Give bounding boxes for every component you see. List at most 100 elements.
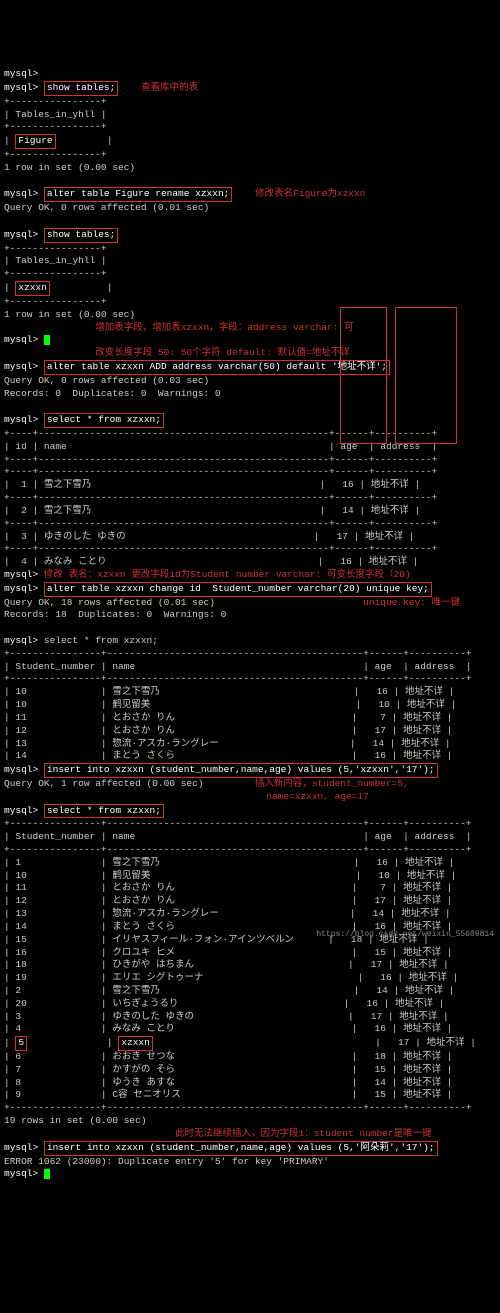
cell: 雪之下雪乃 — [112, 686, 160, 697]
col-addr: address — [415, 831, 455, 842]
cell: 4 — [15, 1023, 21, 1034]
cell: 15 — [375, 947, 386, 958]
cell: 2 — [15, 985, 21, 996]
cell: かすがの そら — [112, 1064, 175, 1075]
annot-insert: 插入新内容，student_number=5, — [255, 778, 409, 789]
cell: 13 — [15, 908, 26, 919]
cell: まとう さくら — [112, 921, 175, 932]
cell: 11 — [15, 882, 26, 893]
cell: 10 — [15, 870, 26, 881]
cmd-select-2[interactable]: select * from xzxxn; — [44, 635, 158, 646]
cell: 14 — [376, 985, 387, 996]
cell: 雪之下雪乃 — [44, 505, 92, 516]
row5-id: 5 — [15, 1036, 27, 1051]
prompt: mysql> — [4, 805, 38, 816]
cell: 地址不详 — [403, 947, 441, 958]
annot-addcol-b: 改变长度字段 50: 50个字符 default: 默认值=地址不详 — [95, 347, 350, 358]
cell: 1 — [21, 479, 27, 490]
col-name: name — [44, 441, 67, 452]
cell: 地址不详 — [409, 972, 447, 983]
cell: おおき せつな — [112, 1051, 175, 1062]
status: 19 rows in set (0.00 sec) — [4, 1115, 147, 1126]
cell: 19 — [15, 972, 26, 983]
cell: 鹤见留美 — [112, 699, 150, 710]
prompt: mysql> — [4, 1168, 38, 1179]
terminal-output: mysql> mysql> show tables; 查看库中的表 +-----… — [4, 55, 496, 1181]
cell: 地址不详 — [371, 479, 409, 490]
prompt: mysql> — [4, 414, 38, 425]
prompt: mysql> — [4, 764, 38, 775]
col-header: Tables_in_yhll — [15, 109, 95, 120]
cmd-show-tables[interactable]: show tables; — [44, 81, 118, 96]
cell: 17 — [375, 895, 386, 906]
cell: 地址不详 — [407, 699, 445, 710]
cell: 地址不详 — [395, 998, 433, 1009]
cell: 1 — [15, 857, 21, 868]
cell: 地址不详 — [405, 686, 443, 697]
cell: エリエ シグトゥーナ — [112, 972, 203, 983]
cell: 16 — [380, 972, 391, 983]
annot-unique: unique key: 唯一键 — [363, 597, 460, 608]
annot-show-tables: 查看库中的表 — [141, 82, 198, 93]
cell: いちぎょうるり — [112, 998, 178, 1009]
cell: 地址不详 — [369, 556, 407, 567]
cell: 11 — [15, 712, 26, 723]
cell: 地址不详 — [365, 531, 403, 542]
prompt: mysql> — [4, 334, 38, 345]
cell: 地址不详 — [403, 882, 441, 893]
cell: 13 — [15, 738, 26, 749]
cursor-icon — [44, 1169, 50, 1179]
cell: 14 — [375, 1077, 386, 1088]
cell: まとう さくら — [112, 750, 175, 761]
cell: 6 — [15, 1051, 21, 1062]
prompt: mysql> — [4, 82, 38, 93]
cell: ゆきのした ゆきの — [44, 531, 126, 542]
table-name-xzxxn: xzxxn — [15, 281, 50, 296]
cell: 14 — [15, 750, 26, 761]
status: Query OK, 0 rows affected (0.01 sec) — [4, 202, 209, 213]
cell: 14 — [373, 908, 384, 919]
cell: 4 — [21, 556, 27, 567]
cell: 地址不详 — [403, 1051, 441, 1062]
col-age: age — [340, 441, 357, 452]
prompt: mysql> — [4, 569, 38, 580]
cmd-change-id[interactable]: alter table xzxxn change id Student_numb… — [44, 582, 432, 597]
cell: 17 — [371, 959, 382, 970]
cell: 16 — [342, 479, 353, 490]
cmd-rename[interactable]: alter table Figure rename xzxxn; — [44, 187, 232, 202]
cell: 16 — [376, 857, 387, 868]
status: Query OK, 1 row affected (0.00 sec) — [4, 778, 204, 789]
prompt: mysql> — [4, 229, 38, 240]
status: Query OK, 18 rows affected (0.01 sec) — [4, 597, 215, 608]
cell: C容 セニオリス — [112, 1089, 180, 1100]
cell: 惣流·アスカ·ラングレー — [112, 738, 218, 749]
cell: 地址不详 — [403, 1023, 441, 1034]
cell: 地址不详 — [401, 738, 439, 749]
cell: 地址不详 — [407, 870, 445, 881]
col-header: Tables_in_yhll — [15, 255, 95, 266]
col-sn: Student_number — [15, 661, 95, 672]
annot-rename: 修改表名Figure为xzxxn — [255, 188, 365, 199]
cell: ゆきのした ゆきの — [112, 1011, 194, 1022]
cmd-insert-5b[interactable]: insert into xzxxn (student_number,name,a… — [44, 1141, 438, 1156]
status: 1 row in set (0.00 sec) — [4, 309, 135, 320]
col-name: name — [112, 831, 135, 842]
status: Query OK, 0 rows affected (0.03 sec) — [4, 375, 209, 386]
cmd-select-3[interactable]: select * from xzxxn; — [44, 804, 164, 819]
cell: 地址不详 — [401, 908, 439, 919]
cmd-insert-5[interactable]: insert into xzxxn (student_number,name,a… — [44, 763, 438, 778]
prompt: mysql> — [4, 68, 38, 79]
cmd-select-1[interactable]: select * from xzxxn; — [44, 413, 164, 428]
cell: 12 — [15, 725, 26, 736]
cell: 16 — [15, 947, 26, 958]
table-name-figure: Figure — [15, 134, 55, 149]
cell: 16 — [376, 686, 387, 697]
cell: 15 — [375, 1064, 386, 1075]
cell: 10 — [378, 870, 389, 881]
cell: 地址不详 — [399, 959, 437, 970]
cmd-show-tables-2[interactable]: show tables; — [44, 228, 118, 243]
cell: 惣流·アスカ·ラングレー — [112, 908, 218, 919]
cmd-add-address[interactable]: alter table xzxxn ADD address varchar(50… — [44, 360, 390, 375]
cell: 8 — [15, 1077, 21, 1088]
cell: 2 — [21, 505, 27, 516]
